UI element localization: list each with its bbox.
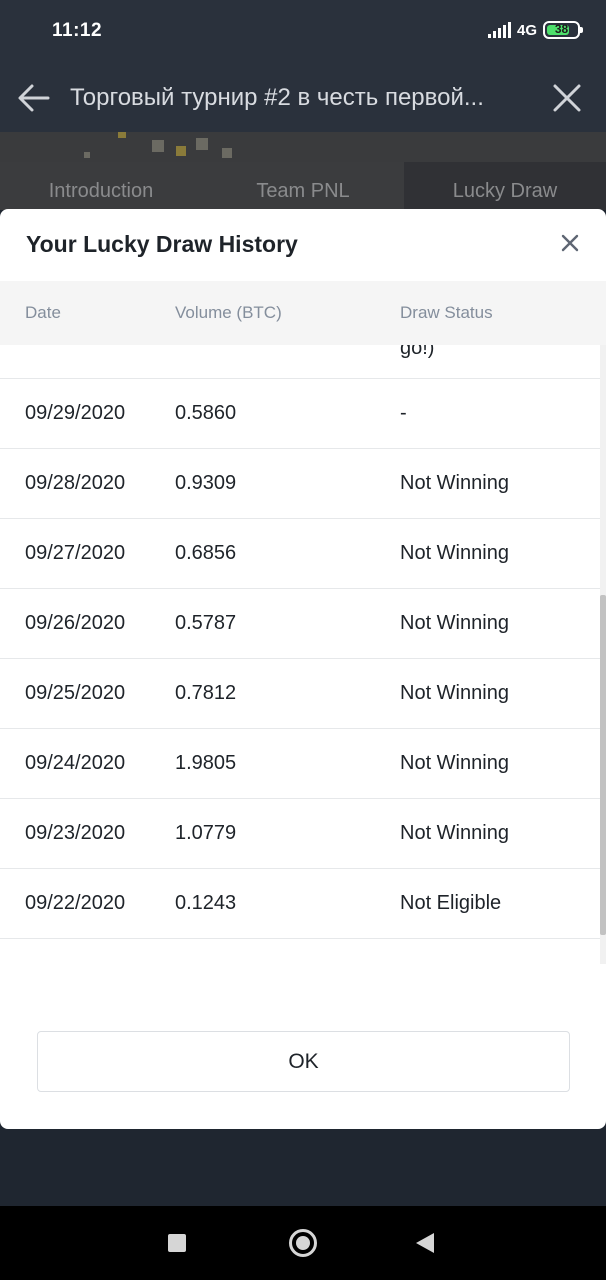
table-row: go!) xyxy=(0,345,600,379)
status-bar: 11:12 4G 38 xyxy=(0,0,606,64)
scrollbar[interactable] xyxy=(600,345,606,964)
table-row: 09/29/2020 0.5860 - xyxy=(0,379,600,449)
column-header-volume: Volume (BTC) xyxy=(175,303,282,322)
status-cell: Not Winning xyxy=(400,822,509,844)
status-time: 11:12 xyxy=(52,20,103,41)
date-cell: 09/28/2020 xyxy=(25,472,126,494)
tab-introduction[interactable]: Introduction xyxy=(0,162,202,210)
app-header: Торговый турнир #2 в честь первой... xyxy=(0,64,606,132)
circle-icon[interactable] xyxy=(289,1229,317,1257)
battery-icon: 38 xyxy=(543,21,583,39)
volume-cell: 0.9309 xyxy=(175,472,237,494)
volume-cell: 0.7812 xyxy=(175,682,237,704)
arrow-left-icon[interactable] xyxy=(16,80,52,116)
triangle-back-icon[interactable] xyxy=(416,1233,434,1253)
table-row: 09/26/2020 0.5787 Not Winning xyxy=(0,589,600,659)
date-cell: 09/25/2020 xyxy=(25,682,126,704)
date-cell: 09/29/2020 xyxy=(25,402,126,424)
status-cell: Not Winning xyxy=(400,542,509,564)
page-title: Торговый турнир #2 в честь первой... xyxy=(70,84,484,111)
tab-bar: Introduction Team PNL Lucky Draw xyxy=(0,162,606,210)
table-row: 09/22/2020 0.1243 Not Eligible xyxy=(0,869,600,939)
date-cell: 09/23/2020 xyxy=(25,822,126,844)
banner-image xyxy=(0,132,606,162)
column-header-date: Date xyxy=(25,303,61,322)
status-cell: - xyxy=(400,402,407,424)
system-nav-bar xyxy=(0,1206,606,1280)
tab-team-pnl[interactable]: Team PNL xyxy=(202,162,404,210)
volume-cell: 0.5860 xyxy=(175,402,237,424)
volume-cell: 0.1243 xyxy=(175,892,237,914)
table-row: 09/27/2020 0.6856 Not Winning xyxy=(0,519,600,589)
table-row: 09/28/2020 0.9309 Not Winning xyxy=(0,449,600,519)
volume-cell: 1.0779 xyxy=(175,822,237,844)
tab-lucky-draw[interactable]: Lucky Draw xyxy=(404,162,606,210)
table-row: 09/24/2020 1.9805 Not Winning xyxy=(0,729,600,799)
signal-icon xyxy=(487,22,511,38)
ok-button[interactable]: OK xyxy=(37,1031,570,1092)
close-icon[interactable] xyxy=(551,82,583,114)
lucky-draw-history-modal: Your Lucky Draw History Date Volume (BTC… xyxy=(0,209,606,1129)
status-cell: Not Winning xyxy=(400,752,509,774)
status-cell: go!) xyxy=(400,345,435,359)
date-cell: 09/24/2020 xyxy=(25,752,126,774)
battery-level: 38 xyxy=(554,22,569,36)
table-header: Date Volume (BTC) Draw Status xyxy=(0,281,606,345)
table-row: 09/23/2020 1.0779 Not Winning xyxy=(0,799,600,869)
status-cell: Not Winning xyxy=(400,472,509,494)
table-body[interactable]: go!) 09/29/2020 0.5860 - 09/28/2020 0.93… xyxy=(0,345,600,940)
status-cell: Not Winning xyxy=(400,612,509,634)
status-cell: Not Winning xyxy=(400,682,509,704)
network-type: 4G xyxy=(516,21,537,39)
table-row: 09/25/2020 0.7812 Not Winning xyxy=(0,659,600,729)
date-cell: 09/22/2020 xyxy=(25,892,126,914)
volume-cell: 0.6856 xyxy=(175,542,237,564)
volume-cell: 1.9805 xyxy=(175,752,237,774)
column-header-status: Draw Status xyxy=(400,303,493,322)
volume-cell: 0.5787 xyxy=(175,612,237,634)
status-indicators: 4G 38 xyxy=(487,21,583,39)
scrollbar-thumb[interactable] xyxy=(600,595,606,935)
square-icon[interactable] xyxy=(168,1234,186,1252)
close-icon[interactable] xyxy=(556,229,584,257)
date-cell: 09/27/2020 xyxy=(25,542,126,564)
status-cell: Not Eligible xyxy=(400,892,502,914)
date-cell: 09/26/2020 xyxy=(25,612,126,634)
modal-title: Your Lucky Draw History xyxy=(26,231,298,257)
